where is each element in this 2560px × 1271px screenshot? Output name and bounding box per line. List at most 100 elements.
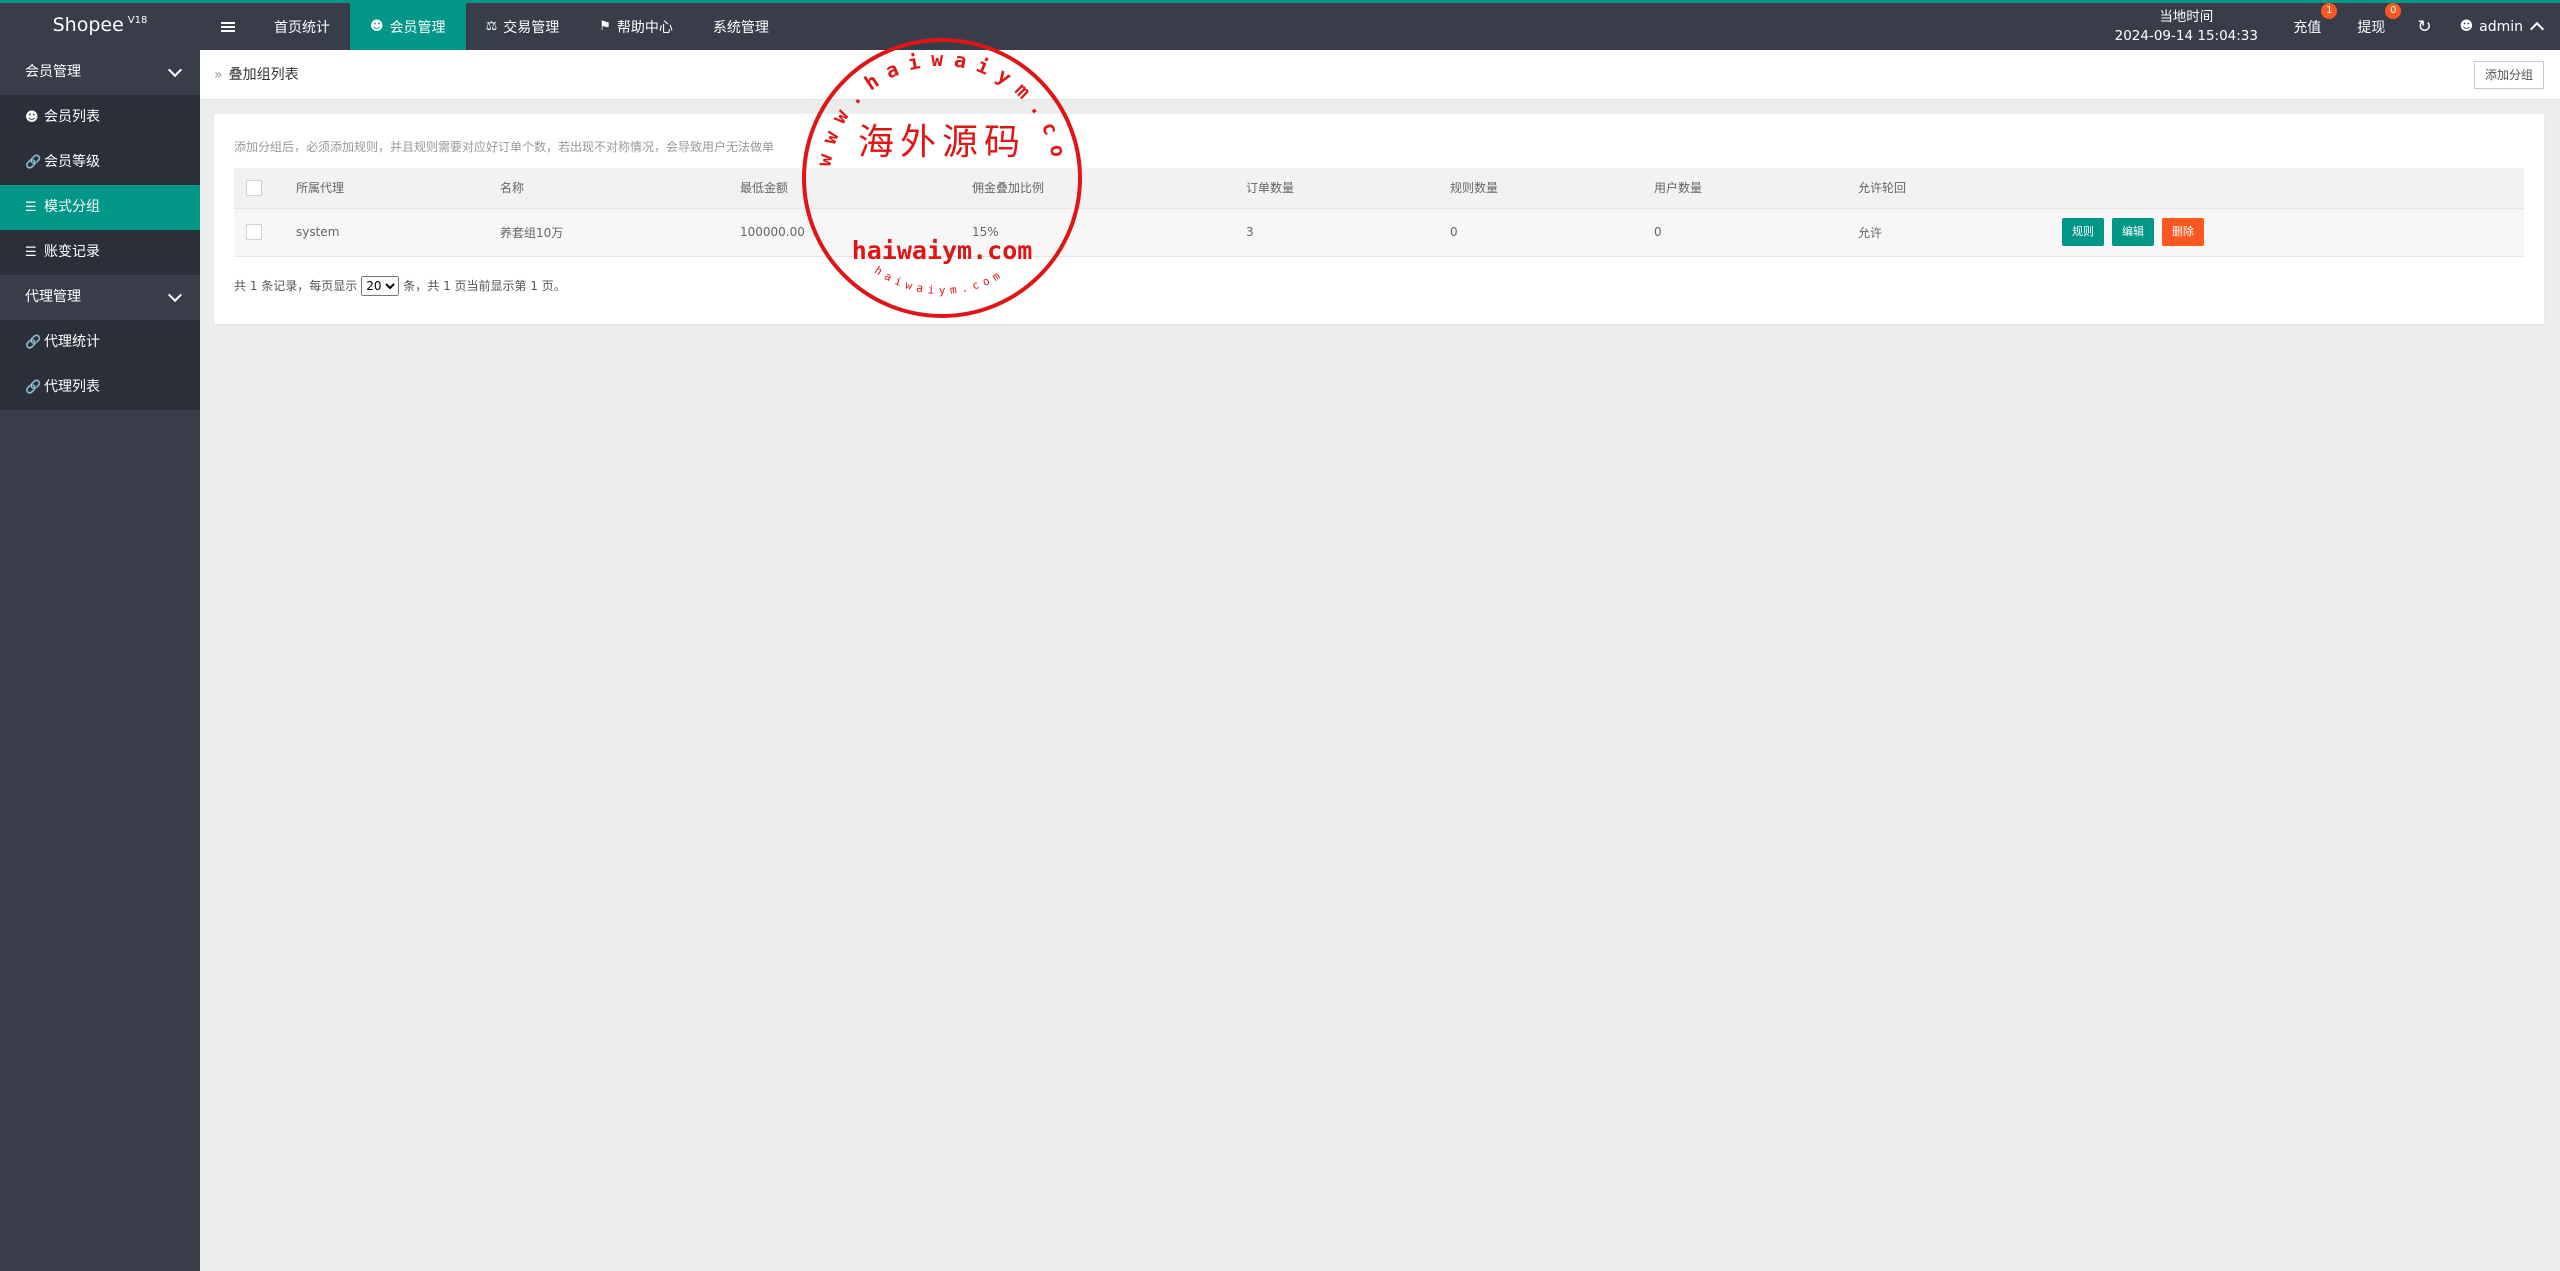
- sidebar-item-label: 模式分组: [44, 199, 100, 215]
- breadcrumb: » 叠加组列表: [214, 50, 299, 100]
- column-header: 佣金叠加比例: [960, 168, 1234, 209]
- sidebar-item-label: 会员等级: [44, 154, 100, 170]
- refresh-button[interactable]: ↻: [2403, 3, 2445, 50]
- refresh-icon: ↻: [2417, 16, 2432, 37]
- add-group-button[interactable]: 添加分组: [2473, 61, 2544, 89]
- header-right: 当地时间 2024-09-14 15:04:33 充值 1 提现 0 ↻ ☻ a…: [2111, 3, 2560, 50]
- menu-toggle-button[interactable]: [212, 3, 244, 50]
- nav-label: 首页统计: [274, 19, 330, 36]
- recharge-label: 充值: [2293, 19, 2322, 36]
- cell-orders: 3: [1234, 208, 1438, 257]
- group-list-panel: 添加分组后，必须添加规则，并且规则需要对应好订单个数，若出现不对称情况，会导致用…: [214, 114, 2544, 324]
- row-checkbox-cell: [234, 208, 284, 257]
- sidebar-item-label: 代理统计: [44, 334, 100, 350]
- sidebar-item-mode-group[interactable]: ☰ 模式分组: [0, 185, 200, 230]
- hamburger-icon: [221, 21, 235, 32]
- page-size-select[interactable]: 20: [361, 276, 400, 296]
- user-icon: ☻: [2459, 19, 2474, 34]
- sidebar-group-label: 代理管理: [25, 289, 81, 305]
- sidebar-group-agent-management[interactable]: 代理管理: [0, 275, 200, 320]
- local-time-label: 当地时间: [2159, 8, 2214, 25]
- nav-label: 帮助中心: [616, 19, 673, 36]
- withdraw-badge: 0: [2385, 3, 2402, 19]
- column-header: 订单数量: [1234, 168, 1438, 209]
- cell-loop: 允许: [1846, 208, 2050, 257]
- sidebar: 会员管理 ☻ 会员列表 🔗 会员等级 ☰ 模式分组 ☰ 账变记录 代理管理 🔗 代理统计 …: [0, 50, 200, 1271]
- edit-button[interactable]: 编辑: [2112, 218, 2154, 246]
- local-time: 当地时间 2024-09-14 15:04:33: [2111, 8, 2261, 46]
- cell-name: 养套组10万: [488, 208, 728, 257]
- column-header: 用户数量: [1642, 168, 1846, 209]
- withdraw-label: 提现: [2357, 19, 2386, 36]
- list-icon: ☰: [25, 245, 37, 260]
- column-header: 所属代理: [284, 168, 488, 209]
- table-header-row: 所属代理 名称 最低金额 佣金叠加比例 订单数量 规则数量 用户数量 允许轮回: [234, 168, 2524, 209]
- select-all-checkbox[interactable]: [246, 179, 262, 196]
- cell-actions: 规则 编辑 删除: [2050, 208, 2524, 257]
- sidebar-item-label: 代理列表: [44, 379, 100, 395]
- header-checkbox-cell: [234, 168, 284, 209]
- nav-item-trade-management[interactable]: ⚖ 交易管理: [466, 3, 580, 50]
- scale-icon: ⚖: [485, 19, 498, 34]
- page-title: 叠加组列表: [228, 67, 299, 83]
- nav-item-home-stats[interactable]: 首页统计: [254, 3, 350, 50]
- group-table: 所属代理 名称 最低金额 佣金叠加比例 订单数量 规则数量 用户数量 允许轮回 …: [234, 168, 2524, 257]
- nav-label: 交易管理: [503, 19, 560, 36]
- column-header: 名称: [488, 168, 728, 209]
- rules-button[interactable]: 规则: [2062, 218, 2104, 246]
- nav-item-help-center[interactable]: ⚑ 帮助中心: [579, 3, 693, 50]
- cell-users: 0: [1642, 208, 1846, 257]
- user-menu[interactable]: ☻ admin: [2446, 3, 2560, 50]
- link-icon: 🔗: [25, 380, 42, 395]
- breadcrumb-separator-icon: »: [214, 67, 223, 83]
- sidebar-item-agent-stats[interactable]: 🔗 代理统计: [0, 320, 200, 365]
- app-name: Shopee: [52, 14, 124, 36]
- logo[interactable]: Shopee V18: [0, 3, 200, 50]
- chevron-up-icon: [2529, 21, 2545, 37]
- top-bar: Shopee V18 首页统计 ☻ 会员管理 ⚖ 交易管理 ⚑ 帮助中心 系统管理…: [0, 0, 2560, 50]
- column-header: 规则数量: [1438, 168, 1642, 209]
- flag-icon: ⚑: [599, 19, 611, 34]
- cell-min-amount: 100000.00: [728, 208, 960, 257]
- withdraw-button[interactable]: 提现 0: [2339, 3, 2403, 50]
- sidebar-item-balance-records[interactable]: ☰ 账变记录: [0, 230, 200, 275]
- sidebar-item-label: 会员列表: [44, 109, 100, 125]
- link-icon: 🔗: [25, 335, 42, 350]
- cell-rules: 0: [1438, 208, 1642, 257]
- recharge-button[interactable]: 充值 1: [2275, 3, 2339, 50]
- pagination-prefix: 共 1 条记录，每页显示: [234, 279, 358, 293]
- sidebar-group-member-management[interactable]: 会员管理: [0, 50, 200, 95]
- nav-label: 系统管理: [712, 19, 769, 36]
- pagination-suffix: 条，共 1 页当前显示第 1 页。: [403, 279, 566, 293]
- nav-item-system-management[interactable]: 系统管理: [693, 3, 789, 50]
- notice-text: 添加分组后，必须添加规则，并且规则需要对应好订单个数，若出现不对称情况，会导致用…: [234, 140, 775, 154]
- row-checkbox[interactable]: [246, 224, 262, 240]
- pagination: 共 1 条记录，每页显示 20 条，共 1 页当前显示第 1 页。: [234, 276, 566, 296]
- user-icon: ☻: [370, 19, 384, 34]
- nav-item-member-management[interactable]: ☻ 会员管理: [350, 3, 466, 50]
- app-version: V18: [127, 15, 148, 26]
- list-icon: ☰: [25, 200, 37, 215]
- chevron-down-icon: [167, 287, 183, 303]
- link-icon: 🔗: [25, 155, 42, 170]
- delete-button[interactable]: 删除: [2162, 218, 2204, 246]
- local-time-value: 2024-09-14 15:04:33: [2114, 27, 2258, 44]
- username: admin: [2479, 18, 2523, 35]
- breadcrumb-bar: » 叠加组列表 添加分组: [200, 50, 2560, 100]
- top-nav: 首页统计 ☻ 会员管理 ⚖ 交易管理 ⚑ 帮助中心 系统管理: [254, 3, 789, 50]
- cell-ratio: 15%: [960, 208, 1234, 257]
- sidebar-item-agent-list[interactable]: 🔗 代理列表: [0, 365, 200, 410]
- cell-agent: system: [284, 208, 488, 257]
- table-row: system 养套组10万 100000.00 15% 3 0 0 允许 规则编…: [234, 208, 2524, 257]
- column-header: 最低金额: [728, 168, 960, 209]
- sidebar-group-label: 会员管理: [25, 64, 81, 80]
- recharge-badge: 1: [2321, 3, 2338, 19]
- column-header-actions: [2050, 168, 2524, 209]
- column-header: 允许轮回: [1846, 168, 2050, 209]
- user-icon: ☻: [25, 110, 39, 125]
- sidebar-item-label: 账变记录: [44, 244, 100, 260]
- chevron-down-icon: [167, 62, 183, 78]
- nav-label: 会员管理: [389, 19, 446, 36]
- sidebar-item-member-list[interactable]: ☻ 会员列表: [0, 95, 200, 140]
- sidebar-item-member-level[interactable]: 🔗 会员等级: [0, 140, 200, 185]
